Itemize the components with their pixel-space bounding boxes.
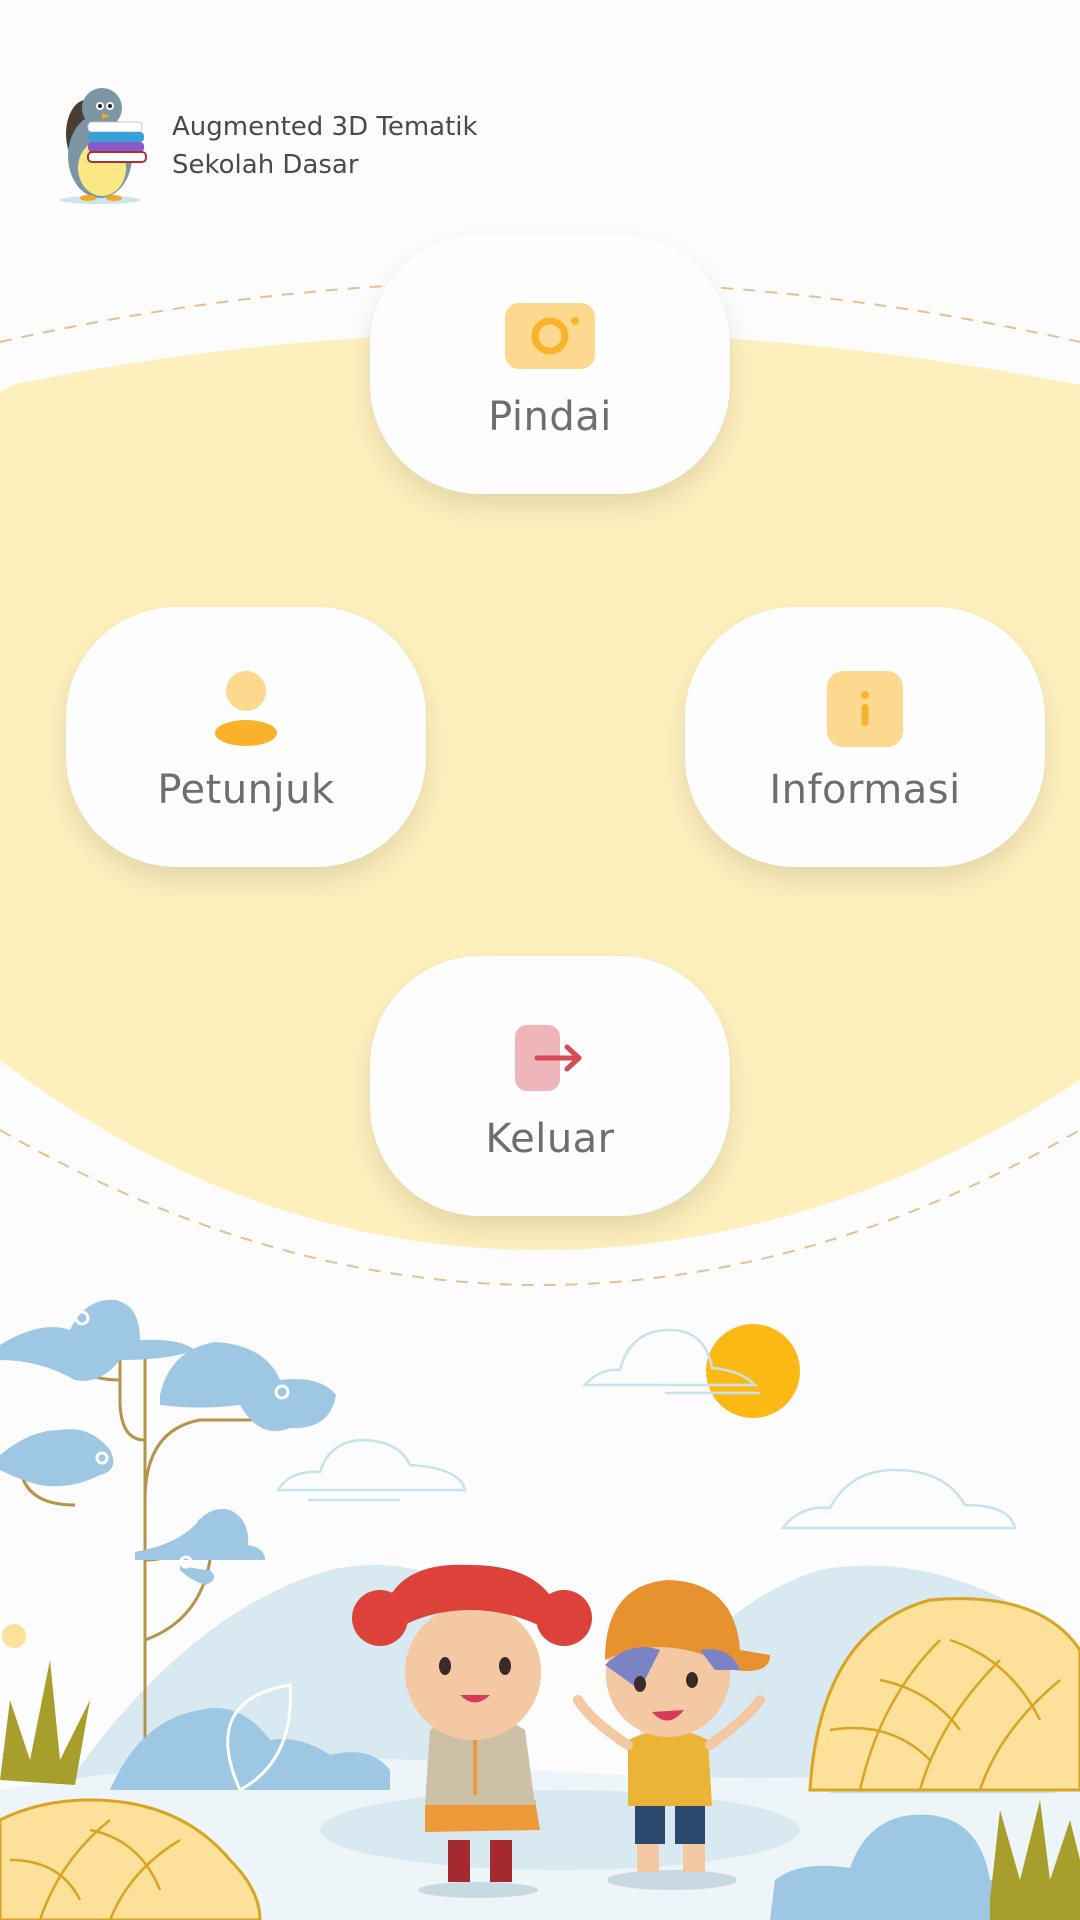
sun (706, 1324, 800, 1418)
app-title-line2: Sekolah Dasar (172, 150, 359, 180)
info-button[interactable]: Informasi (685, 607, 1045, 867)
app-title-line1: Augmented 3D Tematik (172, 112, 478, 142)
scan-label: Pindai (488, 394, 612, 440)
app-title: Augmented 3D Tematik Sekolah Dasar (172, 108, 478, 184)
flower (2, 1624, 26, 1648)
exit-button[interactable]: Keluar (370, 956, 730, 1216)
tree-foliage (0, 1299, 336, 1585)
app-header: Augmented 3D Tematik Sekolah Dasar (58, 86, 478, 206)
help-label: Petunjuk (157, 767, 335, 813)
grass-left (0, 1660, 90, 1785)
penguin-with-books-icon (60, 88, 147, 204)
exit-label: Keluar (485, 1116, 615, 1162)
info-icon (820, 671, 910, 747)
user-icon (201, 671, 291, 747)
exit-icon (505, 1020, 595, 1096)
pond (320, 1790, 800, 1870)
info-label: Informasi (769, 767, 961, 813)
camera-icon (505, 298, 595, 374)
help-button[interactable]: Petunjuk (66, 607, 426, 867)
scan-button[interactable]: Pindai (370, 234, 730, 494)
